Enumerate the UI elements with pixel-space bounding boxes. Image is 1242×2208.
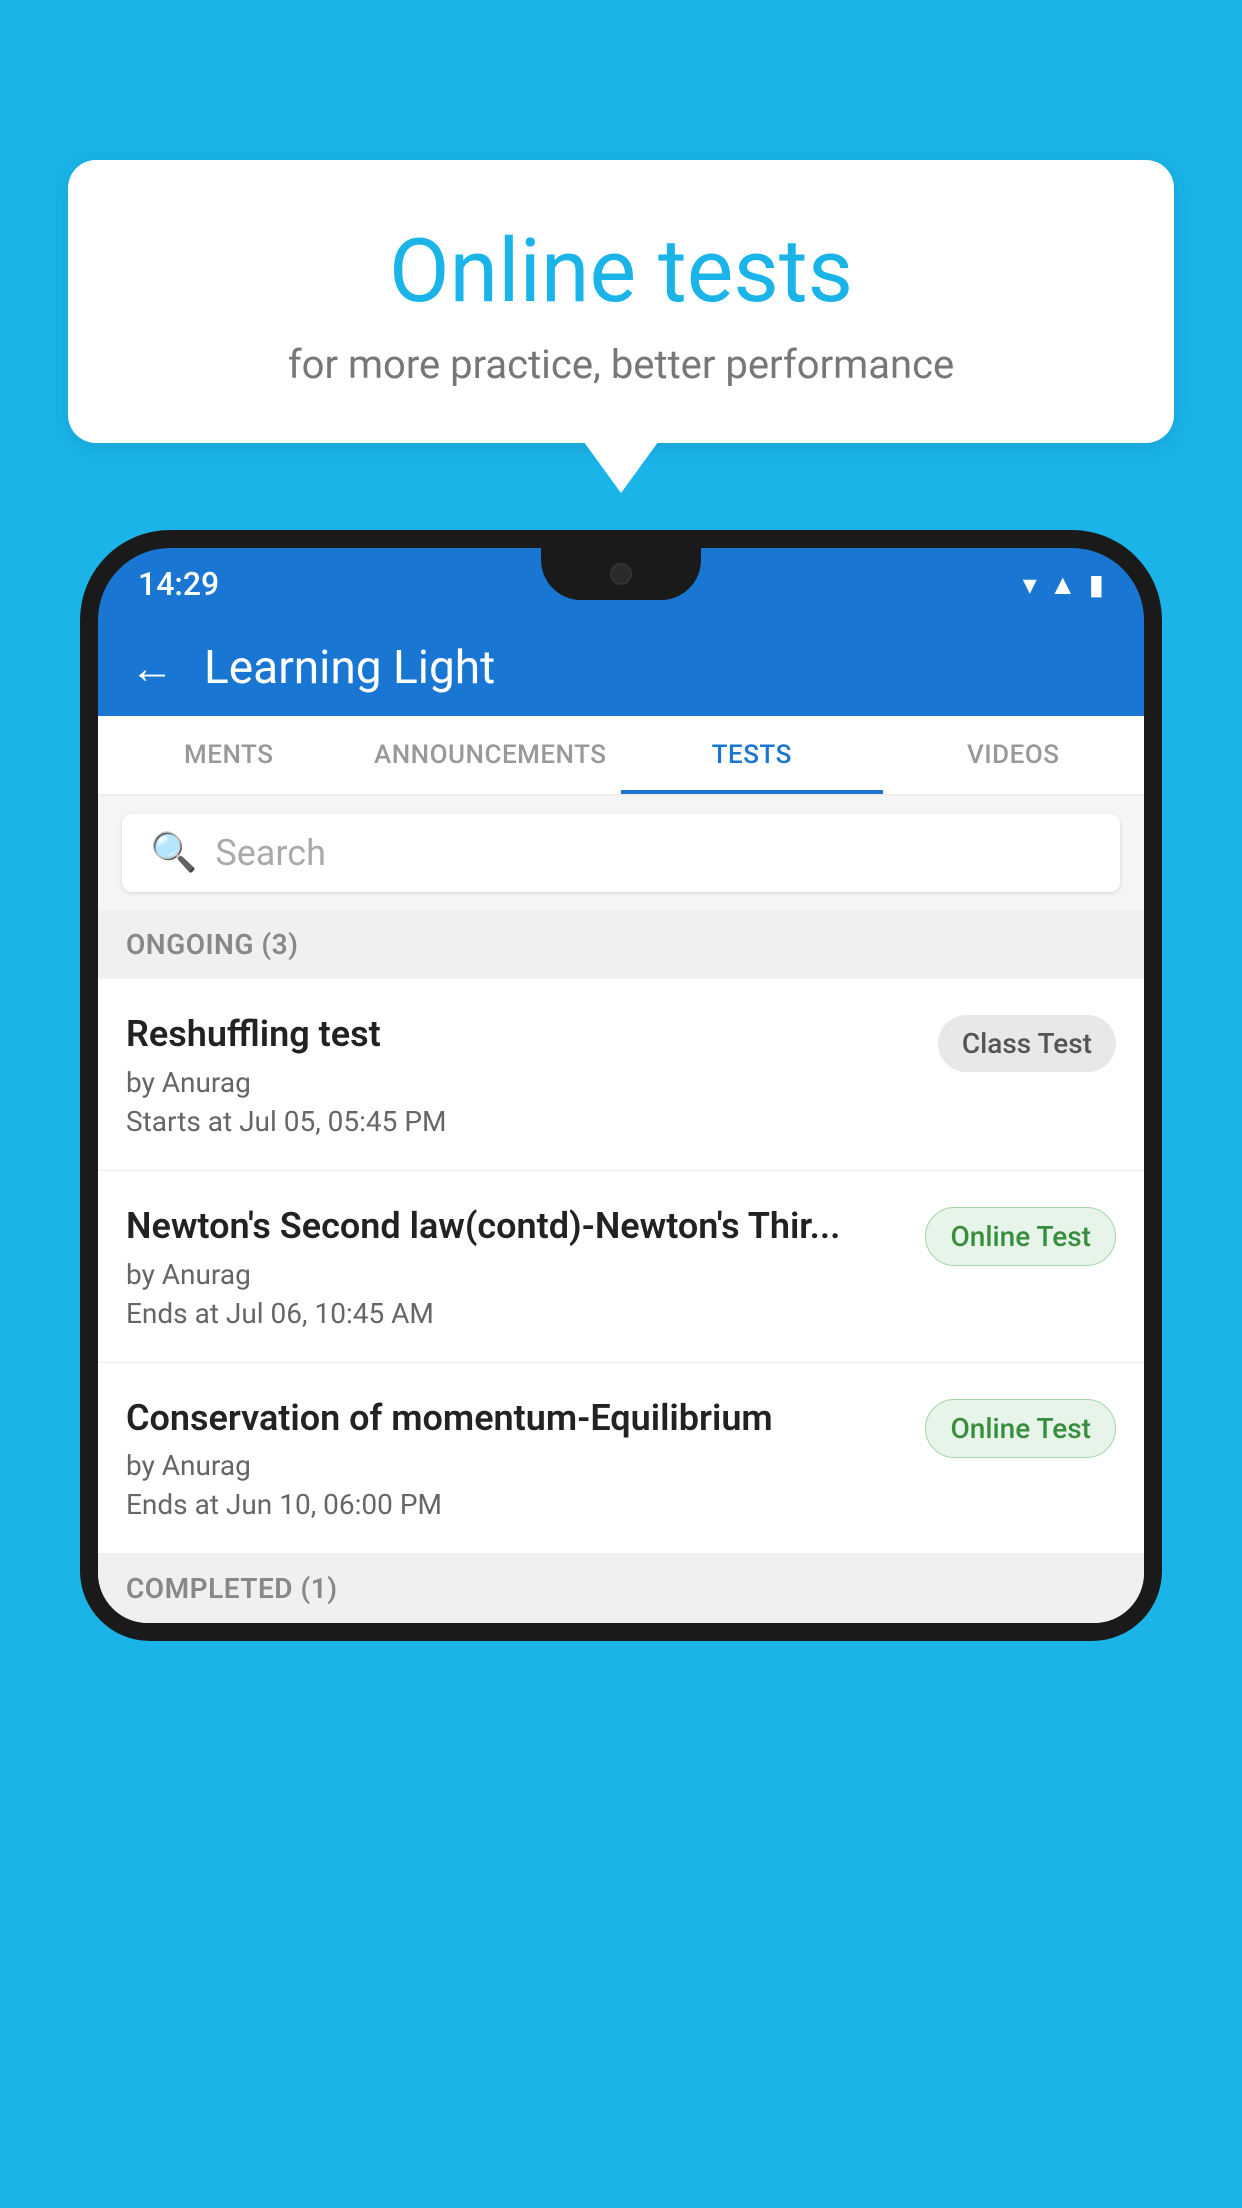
- completed-section-header: COMPLETED (1): [98, 1554, 1144, 1623]
- test-author: by Anurag: [126, 1258, 905, 1291]
- signal-icon: ▲: [1049, 568, 1077, 601]
- test-author: by Anurag: [126, 1066, 918, 1099]
- app-title: Learning Light: [204, 641, 495, 695]
- test-date: Starts at Jul 05, 05:45 PM: [126, 1105, 918, 1138]
- status-time: 14:29: [138, 565, 219, 603]
- test-date: Ends at Jun 10, 06:00 PM: [126, 1488, 905, 1521]
- test-name: Reshuffling test: [126, 1011, 918, 1058]
- search-placeholder: Search: [215, 832, 326, 874]
- app-header: ← Learning Light: [98, 620, 1144, 716]
- back-button[interactable]: ←: [130, 642, 174, 694]
- test-item[interactable]: Newton's Second law(contd)-Newton's Thir…: [98, 1171, 1144, 1363]
- phone-screen: ← Learning Light MENTS ANNOUNCEMENTS TES…: [98, 620, 1144, 1623]
- status-bar: 14:29 ▾ ▲ ▮: [98, 548, 1144, 620]
- tab-announcements[interactable]: ANNOUNCEMENTS: [360, 716, 622, 794]
- test-item[interactable]: Reshuffling test by Anurag Starts at Jul…: [98, 979, 1144, 1171]
- test-badge: Online Test: [925, 1207, 1116, 1266]
- camera-dot: [610, 563, 632, 585]
- tabs-bar: MENTS ANNOUNCEMENTS TESTS VIDEOS: [98, 716, 1144, 796]
- wifi-icon: ▾: [1023, 568, 1037, 601]
- test-info: Reshuffling test by Anurag Starts at Jul…: [126, 1011, 918, 1138]
- speech-bubble: Online tests for more practice, better p…: [68, 160, 1174, 443]
- test-date: Ends at Jul 06, 10:45 AM: [126, 1297, 905, 1330]
- test-list: Reshuffling test by Anurag Starts at Jul…: [98, 979, 1144, 1554]
- phone-notch: [541, 548, 701, 600]
- phone-frame: 14:29 ▾ ▲ ▮ ← Learning Light MENTS ANNOU…: [80, 530, 1162, 1641]
- test-name: Conservation of momentum-Equilibrium: [126, 1395, 905, 1442]
- speech-bubble-title: Online tests: [118, 220, 1124, 323]
- test-info: Newton's Second law(contd)-Newton's Thir…: [126, 1203, 905, 1330]
- search-bar[interactable]: 🔍 Search: [122, 814, 1120, 892]
- test-item[interactable]: Conservation of momentum-Equilibrium by …: [98, 1363, 1144, 1555]
- status-icons: ▾ ▲ ▮: [1023, 568, 1104, 601]
- speech-bubble-subtitle: for more practice, better performance: [118, 341, 1124, 388]
- ongoing-section-header: ONGOING (3): [98, 910, 1144, 979]
- test-author: by Anurag: [126, 1449, 905, 1482]
- tab-ments[interactable]: MENTS: [98, 716, 360, 794]
- test-badge: Online Test: [925, 1399, 1116, 1458]
- battery-icon: ▮: [1089, 568, 1104, 601]
- test-badge: Class Test: [938, 1015, 1116, 1072]
- tab-videos[interactable]: VIDEOS: [883, 716, 1145, 794]
- phone-mockup: 14:29 ▾ ▲ ▮ ← Learning Light MENTS ANNOU…: [80, 530, 1162, 2208]
- search-container: 🔍 Search: [98, 796, 1144, 910]
- tab-tests[interactable]: TESTS: [621, 716, 883, 794]
- search-icon: 🔍: [150, 831, 197, 875]
- test-name: Newton's Second law(contd)-Newton's Thir…: [126, 1203, 905, 1250]
- test-info: Conservation of momentum-Equilibrium by …: [126, 1395, 905, 1522]
